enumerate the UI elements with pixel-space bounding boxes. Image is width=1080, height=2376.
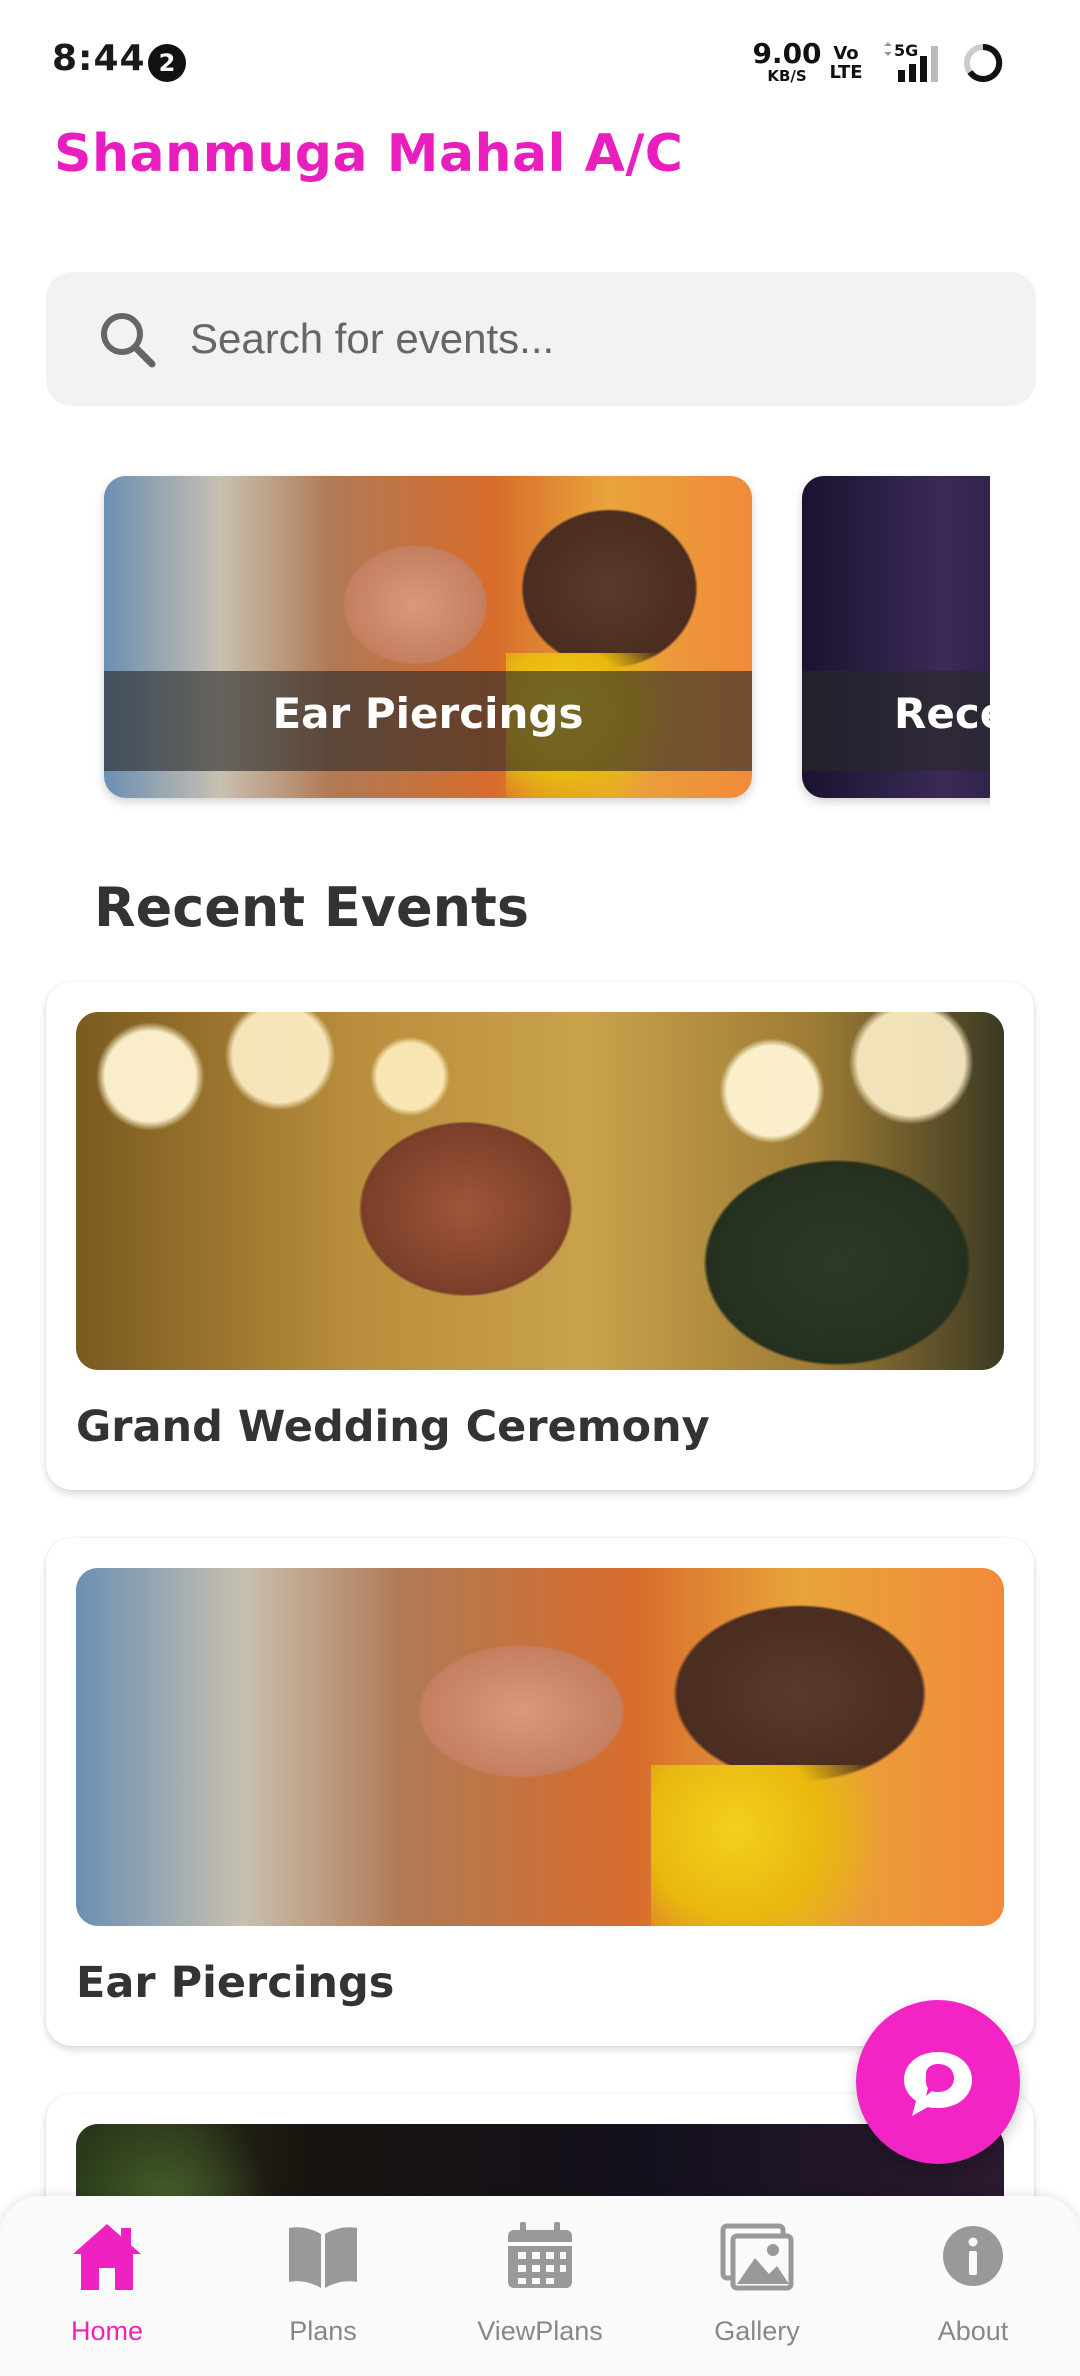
gallery-icon — [720, 2223, 794, 2291]
section-title: Recent Events — [94, 876, 530, 939]
carousel-card[interactable]: Rece — [802, 476, 990, 798]
network-type-label: 5G — [894, 41, 918, 60]
nav-item-label: Gallery — [714, 2316, 800, 2346]
bottom-navigation: Home Plans ViewPlans Gallery About — [0, 2196, 1080, 2376]
info-icon — [943, 2226, 1003, 2286]
carousel-card-label: Rece — [894, 689, 990, 738]
event-title: Grand Wedding Ceremony — [76, 1402, 710, 1452]
status-time: 8:44 — [52, 38, 146, 79]
home-icon — [73, 2224, 141, 2290]
chat-button[interactable] — [856, 2000, 1020, 2164]
status-bar: 8:44 2 9.00 KB/S Vo LTE 5G — [0, 0, 1080, 120]
network-speed: 9.00 KB/S — [752, 37, 822, 85]
carousel-card-label: Ear Piercings — [272, 689, 584, 738]
search-input[interactable] — [190, 302, 990, 376]
search-bar[interactable] — [46, 272, 1036, 406]
featured-events-carousel[interactable]: Ear Piercings Rece — [0, 472, 990, 812]
nav-item-viewplans[interactable]: ViewPlans — [440, 2218, 640, 2368]
signal-strength-icon: 5G — [884, 41, 938, 82]
app-title: Shanmuga Mahal A/C — [54, 124, 684, 184]
nav-item-plans[interactable]: Plans — [223, 2218, 423, 2368]
volte-top: Vo — [833, 43, 859, 64]
network-speed-value: 9.00 — [752, 37, 822, 70]
event-card[interactable]: Grand Wedding Ceremony — [46, 982, 1034, 1490]
event-photo — [76, 1012, 1004, 1370]
nav-item-home[interactable]: Home — [7, 2218, 207, 2368]
nav-item-label: ViewPlans — [477, 2316, 603, 2346]
carousel-card[interactable]: Ear Piercings — [104, 476, 752, 798]
nav-item-label: About — [937, 2316, 1009, 2346]
nav-item-about[interactable]: About — [873, 2218, 1073, 2368]
volte-bottom: LTE — [829, 62, 863, 83]
search-icon — [101, 313, 156, 368]
nav-item-label: Plans — [289, 2316, 357, 2346]
nav-item-gallery[interactable]: Gallery — [657, 2218, 857, 2368]
event-card[interactable]: Ear Piercings — [46, 1538, 1034, 2046]
event-photo — [76, 1568, 1004, 1926]
calendar-icon — [508, 2222, 572, 2288]
nav-item-label: Home — [70, 2316, 144, 2346]
network-speed-unit: KB/S — [767, 67, 807, 85]
event-title: Ear Piercings — [76, 1958, 395, 2008]
volte-indicator: Vo LTE — [826, 44, 866, 82]
chat-icon — [904, 2052, 972, 2116]
book-icon — [289, 2227, 357, 2288]
battery-icon — [964, 43, 1003, 82]
notification-count-badge: 2 — [148, 44, 186, 82]
